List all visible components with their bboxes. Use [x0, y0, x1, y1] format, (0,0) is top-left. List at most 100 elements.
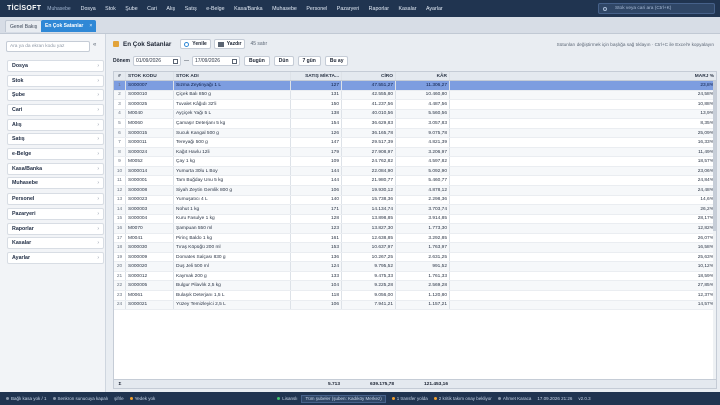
table-row[interactable]: 20 S000020 Duş Jeli 500 ml 124 9.795,52 991,5…	[114, 262, 716, 272]
tab-overview[interactable]: Genel Bakış	[5, 20, 43, 32]
calendar-icon[interactable]	[172, 58, 178, 64]
column-header-profit[interactable]: KÂR	[396, 72, 450, 80]
table-row[interactable]: 13 S000023 Yumuşatıcı 4 L 140 15.738,36 2.298…	[114, 195, 716, 206]
menu-item[interactable]: Cari	[147, 6, 157, 12]
last-7-days-button[interactable]: 7 gün	[297, 56, 321, 66]
sidebar-item-stok[interactable]: Stok ›	[7, 75, 104, 87]
menu-item[interactable]: Personel	[306, 6, 327, 12]
status-alerts[interactable]: 2 kritik takım onay bekliyor	[433, 396, 492, 401]
column-header-sales-qty[interactable]: SATIŞ MİKTA...	[291, 72, 342, 80]
cell-margin: 24,58%	[697, 92, 714, 98]
cell-margin: 23,06%	[697, 168, 714, 174]
sidebar-item-sube[interactable]: Şube ›	[7, 89, 104, 101]
cell-revenue: 22.084,90	[342, 166, 396, 176]
table-row[interactable]: 4 M0040 Ayçiçek Yağı 5 L 138 40.010,56 5.560,…	[114, 109, 716, 120]
cell-margin: 18,57%	[697, 159, 714, 165]
cell-stock-name: Bulaşık Deterjanı 1,5 L	[174, 291, 291, 300]
branch-select[interactable]: Tüm şubeler (şuben: Kadıköy Merkez)	[301, 394, 386, 403]
table-row[interactable]: 21 S000012 Kaymak 200 g 133 9.475,33 1.761,33…	[114, 271, 716, 282]
table-row[interactable]: 9 M0052 Çay 1 kg 109 24.762,82 4.597,82 18,57%	[114, 157, 716, 167]
menu-item[interactable]: Satış	[185, 6, 197, 12]
status-dot-icon	[129, 397, 133, 400]
menu-item[interactable]: Dosya	[81, 6, 96, 12]
footer-empty	[174, 380, 291, 388]
menu-item[interactable]: Pazaryeri	[337, 6, 359, 12]
sidebar-item-kasalar[interactable]: Kasalar ›	[7, 237, 104, 249]
table-row[interactable]: 2 S000010 Çiçek Balı 850 g 131 42.555,80 10.4…	[114, 90, 716, 101]
sidebar-item-alis[interactable]: Alış ›	[7, 119, 104, 131]
menu-item[interactable]: Şube	[125, 6, 137, 12]
column-header-revenue[interactable]: CİRO	[342, 72, 396, 80]
status-transfers[interactable]: 1 transfer yolda	[391, 396, 428, 401]
close-icon[interactable]: ×	[89, 23, 92, 29]
table-row[interactable]: 24 S000021 Yüzey Temizleyici 2,5 L 106 7.941…	[114, 300, 716, 311]
column-header-margin[interactable]: MARJ %	[450, 72, 716, 80]
cell-margin: 18,59%	[697, 273, 714, 279]
calendar-icon[interactable]	[231, 58, 237, 64]
sidebar-item-ebelge[interactable]: e-Belge ›	[7, 148, 104, 160]
table-row[interactable]: 14 S000003 Nohut 1 kg 171 14.134,74 3.703,74 2…	[114, 205, 716, 215]
table-row[interactable]: 16 M0070 Şampuan 550 ml 123 13.827,30 1.773,3…	[114, 224, 716, 234]
cell-revenue: 47.551,27	[342, 81, 396, 90]
cell-profit: 1.157,21	[396, 300, 450, 310]
sidebar-item-muhasebe[interactable]: Muhasebe ›	[7, 177, 104, 189]
table-row[interactable]: 8 S000024 Kağıt Havlu 12li 179 27.908,97 3.20…	[114, 147, 716, 158]
menu-item[interactable]: Kasa/Banka	[234, 6, 263, 12]
table-row[interactable]: 6 S000015 Sucuk Kangal 500 g 126 36.165,78 9.…	[114, 128, 716, 139]
cell-stock-code: S000004	[126, 214, 174, 224]
sidebar-item-raporlar[interactable]: Raporlar ›	[7, 223, 104, 235]
table-row[interactable]: 17 M0041 Pirinç Baldo 1 kg 161 12.638,85 3.29…	[114, 233, 716, 244]
sidebar-item-pazaryeri[interactable]: Pazaryeri ›	[7, 208, 104, 220]
column-header-index[interactable]: #	[114, 72, 126, 80]
sidebar-item-cari[interactable]: Cari ›	[7, 104, 104, 116]
menu-item[interactable]: Alış	[166, 6, 175, 12]
sidebar-item-dosya[interactable]: Dosya ›	[7, 60, 104, 72]
status-user[interactable]: Ahmet Karaca	[497, 396, 531, 401]
sidebar-item-kasa-banka[interactable]: Kasa/Banka ›	[7, 163, 104, 175]
cell-stock-name: Tıraş Köpüğü 200 ml	[174, 243, 291, 252]
menu-item[interactable]: e-Belge	[206, 6, 224, 12]
sidebar-search-input[interactable]: Ara ya da ekran kodu yaz	[6, 41, 90, 52]
status-text: Lisanslı	[282, 396, 298, 401]
column-header-stock-code[interactable]: STOK KODU	[126, 72, 174, 80]
table-row[interactable]: 7 S000011 Tereyağı 500 g 147 29.517,39 4.821,…	[114, 138, 716, 148]
yesterday-button[interactable]: Dün	[273, 56, 294, 66]
table-row[interactable]: 11 S000001 Tam Buğday Unu 5 kg 144 21.980,77…	[114, 176, 716, 187]
print-button[interactable]: Yazdır	[213, 39, 246, 49]
cell-profit: 5.560,56	[396, 109, 450, 119]
menu-item[interactable]: Stok	[105, 6, 116, 12]
this-month-button[interactable]: Bu ay	[324, 56, 349, 66]
table-row[interactable]: 10 S000014 Yumurta 30lu L Boy 144 22.084,90 5…	[114, 166, 716, 177]
table-row[interactable]: 5 M0060 Çamaşır Deterjanı 5 kg 154 36.629,83…	[114, 119, 716, 129]
sidebar-item-ayarlar[interactable]: Ayarlar ›	[7, 252, 104, 264]
menu-item[interactable]: Ayarlar	[426, 6, 443, 12]
today-button[interactable]: Bugün	[243, 56, 270, 66]
status-backup: Yedek yok	[129, 396, 155, 401]
menu-item[interactable]: Raporlar	[369, 6, 389, 12]
sidebar-item-satis[interactable]: Satış ›	[7, 133, 104, 145]
table-row[interactable]: 12 S000008 Siyah Zeytin Gemlik 800 g 106 19.…	[114, 186, 716, 196]
collapse-icon[interactable]: «	[93, 42, 96, 48]
table-row[interactable]: 15 S000004 Kuru Fasulye 1 kg 128 13.898,85 3.…	[114, 214, 716, 225]
cell-row-index: 9	[114, 157, 126, 166]
refresh-button[interactable]: Yenile	[180, 39, 211, 49]
table-row[interactable]: 19 S000009 Domates Salçası 830 g 136 10.267,…	[114, 252, 716, 263]
table-row[interactable]: 22 S000005 Bulgur Pilavlık 2,5 kg 104 9.225,…	[114, 281, 716, 292]
table-row[interactable]: 3 S000025 Tuvalet Kâğıdı 32'li 150 41.237,56…	[114, 100, 716, 110]
date-to-input[interactable]: 17/09/2026	[191, 56, 240, 66]
menu-item[interactable]: Kasalar	[399, 6, 417, 12]
table-row[interactable]: 1 S000007 Sızma Zeytinyağı 1 L 127 47.551,27…	[114, 81, 716, 91]
vertical-scrollbar[interactable]	[713, 81, 716, 381]
table-row[interactable]: 18 S000030 Tıraş Köpüğü 200 ml 153 10.637,97…	[114, 243, 716, 253]
column-header-stock-name[interactable]: STOK ADI	[174, 72, 291, 80]
scrollbar-thumb[interactable]	[713, 81, 716, 231]
cell-profit: 3.057,83	[396, 119, 450, 128]
sidebar-item-personel[interactable]: Personel ›	[7, 193, 104, 205]
date-from-input[interactable]: 01/09/2026	[132, 56, 181, 66]
tab-best-sellers[interactable]: En Çok Satanlar ×	[41, 20, 97, 32]
date-filter: Dönem 01/09/2026 — 17/09/2026 Bugün Dün …	[113, 56, 349, 66]
global-search-input[interactable]: Stok veya cari ara (Ctrl+K)	[598, 3, 715, 14]
search-placeholder: Stok veya cari ara (Ctrl+K)	[615, 6, 672, 11]
menu-item[interactable]: Muhasebe	[272, 6, 297, 12]
table-row[interactable]: 23 M0061 Bulaşık Deterjanı 1,5 L 118 9.056,0…	[114, 291, 716, 301]
